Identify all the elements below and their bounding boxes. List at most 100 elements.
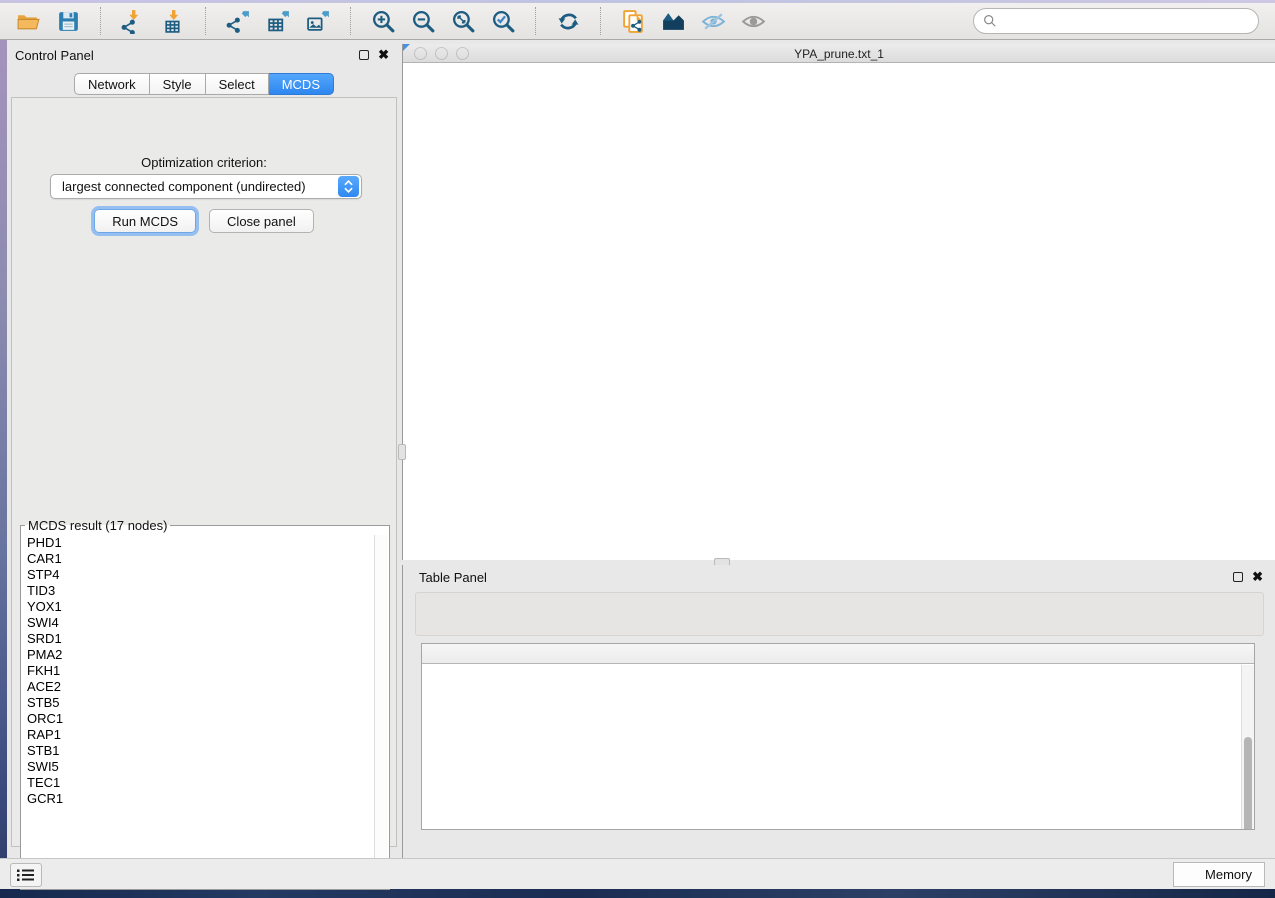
- import-table-icon: [161, 9, 186, 34]
- zoom-in-button[interactable]: [363, 5, 403, 37]
- vertical-splitter-handle[interactable]: [398, 444, 406, 460]
- network-view-window: YPA_prune.txt_1: [402, 44, 1275, 560]
- network-window-title: YPA_prune.txt_1: [403, 47, 1275, 61]
- mcds-tab-content: Optimization criterion: largest connecte…: [11, 97, 397, 847]
- export-table-icon: [266, 9, 291, 34]
- mcds-result-item[interactable]: PMA2: [22, 647, 368, 663]
- zoom-fit-button[interactable]: [443, 5, 483, 37]
- mcds-result-item[interactable]: TID3: [22, 583, 368, 599]
- table-toolbar: [415, 592, 1264, 636]
- zoom-fit-icon: [451, 9, 476, 34]
- export-network-icon: [226, 9, 251, 34]
- tab-mcds[interactable]: MCDS: [269, 73, 334, 95]
- clone-network-icon: [621, 9, 646, 34]
- export-network-button[interactable]: [218, 5, 258, 37]
- desktop-wallpaper-left: [0, 40, 7, 889]
- tab-select[interactable]: Select: [206, 73, 269, 95]
- export-image-icon: [306, 9, 331, 34]
- mcds-result-item[interactable]: FKH1: [22, 663, 368, 679]
- tab-network[interactable]: Network: [74, 73, 150, 95]
- optimization-criterion-label: Optimization criterion:: [12, 155, 396, 170]
- open-session-icon: [16, 9, 41, 34]
- mcds-result-item[interactable]: CAR1: [22, 551, 368, 567]
- mcds-result-item[interactable]: SWI5: [22, 759, 368, 775]
- float-panel-icon[interactable]: [359, 50, 369, 60]
- save-session-button[interactable]: [48, 5, 88, 37]
- combo-stepper-icon: [338, 176, 359, 197]
- close-table-panel-icon[interactable]: ✖: [1252, 572, 1263, 582]
- control-panel: Control Panel ✖ NetworkStyleSelectMCDS O…: [7, 40, 401, 858]
- table-panel: Table Panel ✖: [402, 565, 1275, 858]
- memory-button[interactable]: Memory: [1173, 862, 1265, 887]
- open-session-button[interactable]: [8, 5, 48, 37]
- save-session-icon: [56, 9, 81, 34]
- control-panel-title: Control Panel: [7, 48, 94, 63]
- toolbar-separator: [100, 7, 101, 35]
- control-panel-tabs: NetworkStyleSelectMCDS: [7, 73, 401, 95]
- show-all-button[interactable]: [733, 5, 773, 37]
- close-panel-icon[interactable]: ✖: [378, 50, 389, 60]
- table-panel-title: Table Panel: [403, 570, 487, 585]
- export-table-button[interactable]: [258, 5, 298, 37]
- mcds-result-item[interactable]: SRD1: [22, 631, 368, 647]
- import-network-button[interactable]: [113, 5, 153, 37]
- import-network-icon: [121, 9, 146, 34]
- show-all-icon: [741, 9, 766, 34]
- mcds-result-fieldset: MCDS result (17 nodes) PHD1CAR1STP4TID3Y…: [20, 518, 390, 890]
- mcds-result-item[interactable]: STB1: [22, 743, 368, 759]
- mcds-result-item[interactable]: YOX1: [22, 599, 368, 615]
- table-header-row: [422, 644, 1254, 664]
- mcds-result-item[interactable]: STP4: [22, 567, 368, 583]
- export-image-button[interactable]: [298, 5, 338, 37]
- import-table-button[interactable]: [153, 5, 193, 37]
- tab-style[interactable]: Style: [150, 73, 206, 95]
- mcds-result-item[interactable]: SWI4: [22, 615, 368, 631]
- zoom-selected-icon: [491, 9, 516, 34]
- search-input[interactable]: [997, 14, 1258, 28]
- zoom-out-icon: [411, 9, 436, 34]
- hide-selected-button[interactable]: [693, 5, 733, 37]
- node-table: [421, 643, 1255, 830]
- mcds-result-item[interactable]: PHD1: [22, 535, 368, 551]
- mcds-result-item[interactable]: GCR1: [22, 791, 368, 807]
- optimization-criterion-select[interactable]: largest connected component (undirected): [50, 174, 362, 199]
- desktop-wallpaper-bottom: [0, 889, 1275, 898]
- main-toolbar: [0, 3, 1275, 40]
- refresh-button[interactable]: [548, 5, 588, 37]
- control-panel-titlebar: Control Panel ✖: [7, 40, 401, 70]
- toolbar-separator: [205, 7, 206, 35]
- show-panels-list-button[interactable]: [10, 863, 42, 887]
- mcds-result-item[interactable]: STB5: [22, 695, 368, 711]
- float-table-panel-icon[interactable]: [1233, 572, 1243, 582]
- search-icon: [983, 14, 997, 28]
- network-canvas[interactable]: [403, 64, 1274, 560]
- zoom-in-icon: [371, 9, 396, 34]
- clone-network-button[interactable]: [613, 5, 653, 37]
- mcds-result-item[interactable]: ORC1: [22, 711, 368, 727]
- mcds-result-item[interactable]: TEC1: [22, 775, 368, 791]
- zoom-selected-button[interactable]: [483, 5, 523, 37]
- first-neighbors-icon: [661, 9, 686, 34]
- memory-status-icon: [1186, 869, 1198, 881]
- table-scrollbar-thumb[interactable]: [1244, 737, 1252, 830]
- table-panel-titlebar: Table Panel ✖: [403, 565, 1275, 589]
- network-window-titlebar[interactable]: YPA_prune.txt_1: [403, 44, 1275, 63]
- hide-selected-icon: [701, 9, 726, 34]
- selected-criterion: largest connected component (undirected): [51, 179, 338, 194]
- run-mcds-button[interactable]: Run MCDS: [94, 209, 196, 233]
- toolbar-separator: [350, 7, 351, 35]
- close-panel-button[interactable]: Close panel: [209, 209, 314, 233]
- toolbar-separator: [600, 7, 601, 35]
- list-icon: [17, 868, 35, 882]
- status-bar: Memory: [0, 858, 1275, 889]
- table-scrollbar[interactable]: [1241, 665, 1254, 830]
- search-box[interactable]: [973, 8, 1259, 34]
- mcds-result-item[interactable]: RAP1: [22, 727, 368, 743]
- toolbar-separator: [535, 7, 536, 35]
- zoom-out-button[interactable]: [403, 5, 443, 37]
- mcds-result-item[interactable]: ACE2: [22, 679, 368, 695]
- mcds-result-list[interactable]: PHD1CAR1STP4TID3YOX1SWI4SRD1PMA2FKH1ACE2…: [22, 535, 368, 887]
- first-neighbors-button[interactable]: [653, 5, 693, 37]
- memory-label: Memory: [1205, 867, 1252, 882]
- mcds-list-scrollbar[interactable]: [374, 535, 388, 887]
